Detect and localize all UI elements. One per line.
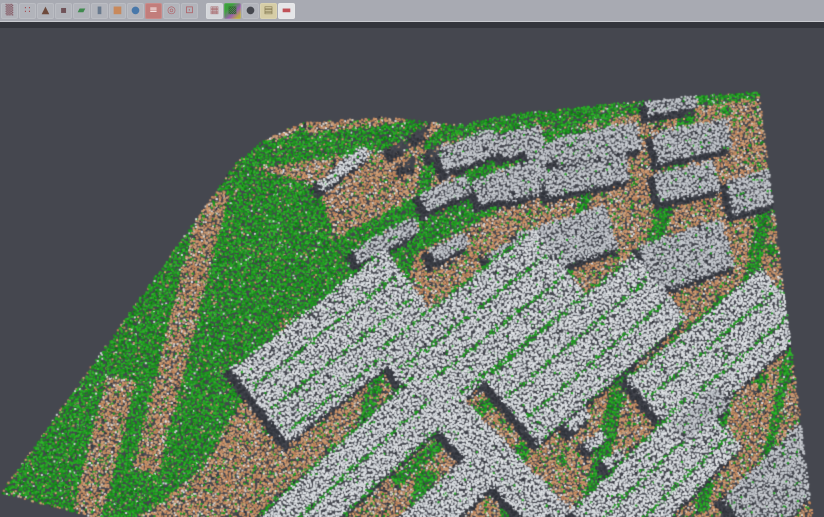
terrain-mound-icon: ▲: [42, 6, 50, 16]
selection-frame-button[interactable]: ⊡: [181, 3, 198, 19]
attribute-table-icon: ≡: [149, 6, 157, 16]
dem-button[interactable]: ▤: [260, 3, 277, 19]
toolbar-shadow-strip: [0, 22, 824, 28]
main-toolbar: ▒ ∷ ▲ ▪ ▰ ▮ ■ ● ≡ ◎ ⊡ ▦ ▩ ● ▤ ▬: [0, 0, 824, 22]
attribute-table-button[interactable]: ≡: [145, 3, 162, 19]
dem-icon: ▤: [264, 6, 273, 16]
selection-frame-icon: ⊡: [185, 6, 193, 16]
vegetation-button[interactable]: ▰: [73, 3, 90, 19]
sphere-icon: ●: [246, 6, 255, 16]
flag-stripes-button[interactable]: ▬: [278, 3, 295, 19]
target-button[interactable]: ◎: [163, 3, 180, 19]
sphere-button[interactable]: ●: [242, 3, 259, 19]
noise-points-button[interactable]: ▒: [1, 3, 18, 19]
toolbar-group-separator: [198, 10, 205, 11]
classification-palette-button[interactable]: ▩: [224, 3, 241, 19]
raster-grid-button[interactable]: ▦: [206, 3, 223, 19]
ground-tile-button[interactable]: ■: [109, 3, 126, 19]
column-button[interactable]: ▮: [91, 3, 108, 19]
flag-stripes-icon: ▬: [282, 6, 291, 16]
3d-viewport[interactable]: [0, 28, 824, 517]
small-marker-icon: ▪: [60, 6, 67, 16]
classification-palette-icon: ▩: [228, 6, 237, 16]
colored-points-icon: ∷: [24, 6, 30, 16]
raster-grid-icon: ▦: [210, 6, 219, 16]
globe-button[interactable]: ●: [127, 3, 144, 19]
noise-points-icon: ▒: [6, 6, 14, 16]
colored-points-button[interactable]: ∷: [19, 3, 36, 19]
column-icon: ▮: [97, 6, 103, 16]
ground-tile-icon: ■: [113, 6, 122, 16]
application-window: ▒ ∷ ▲ ▪ ▰ ▮ ■ ● ≡ ◎ ⊡ ▦ ▩ ● ▤ ▬: [0, 0, 824, 517]
small-marker-button[interactable]: ▪: [55, 3, 72, 19]
terrain-mound-button[interactable]: ▲: [37, 3, 54, 19]
vegetation-icon: ▰: [78, 6, 86, 16]
target-icon: ◎: [167, 6, 176, 16]
globe-icon: ●: [131, 6, 140, 16]
